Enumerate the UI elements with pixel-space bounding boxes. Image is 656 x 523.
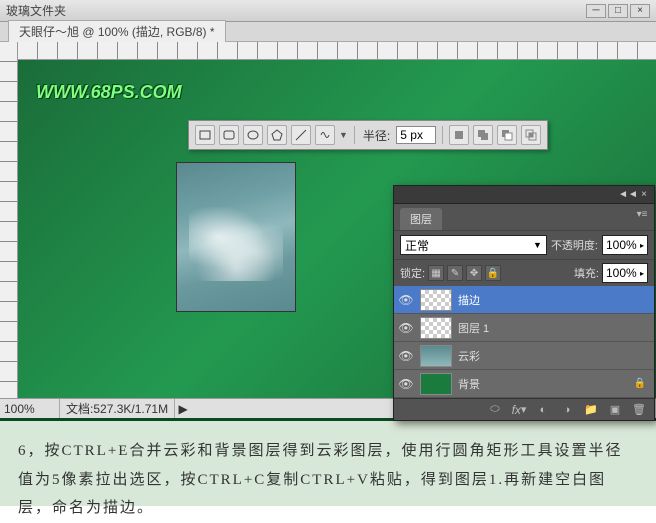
layer-thumbnail[interactable] — [420, 317, 452, 339]
separator — [354, 126, 355, 144]
layer-group-icon[interactable]: 📁 — [582, 402, 600, 418]
layer-item[interactable]: 👁 云彩 — [394, 342, 654, 370]
chevron-icon: ▸ — [640, 241, 644, 250]
chevron-down-icon[interactable]: ▼ — [339, 130, 348, 140]
link-layers-icon[interactable]: ⬭ — [486, 402, 504, 418]
ruler-horizontal — [18, 42, 656, 60]
layer-thumbnail[interactable] — [420, 289, 452, 311]
document-tab[interactable]: 天眼仔～旭 @ 100% (描边, RGB/8) * — [8, 20, 226, 43]
titlebar-icon-label: 玻璃文件夹 — [6, 2, 586, 19]
opacity-value: 100% — [606, 238, 637, 252]
doc-info-label: 文档: — [66, 400, 93, 417]
blend-mode-value: 正常 — [405, 237, 429, 254]
radius-input[interactable] — [396, 126, 436, 144]
layer-list: 👁 描边 👁 图层 1 👁 云彩 👁 背景 — [394, 286, 654, 398]
chevron-down-icon: ▼ — [533, 240, 542, 250]
visibility-icon[interactable]: 👁 — [398, 292, 414, 308]
workspace: WWW.68PS.COM ▼ 半径: ◄◄ × — [0, 42, 656, 398]
close-button[interactable]: × — [630, 4, 650, 18]
collapse-icon[interactable]: ◄◄ — [622, 189, 634, 201]
lock-icon: 🔒 — [634, 378, 646, 389]
adjustment-layer-icon[interactable]: ◑ — [558, 402, 576, 418]
layer-mask-icon[interactable]: ◐ — [534, 402, 552, 418]
canvas[interactable]: WWW.68PS.COM ▼ 半径: ◄◄ × — [18, 42, 656, 398]
layers-footer: ⬭ fx▾ ◐ ◑ 📁 ▣ 🗑 — [394, 398, 654, 420]
layer-name: 图层 1 — [458, 320, 489, 336]
minimize-button[interactable]: ─ — [586, 4, 606, 18]
lock-fill-row: 锁定: ▦ ✎ ✥ 🔒 填充: 100% ▸ — [394, 259, 654, 286]
mode-add-icon[interactable] — [473, 125, 493, 145]
layer-thumbnail[interactable] — [420, 345, 452, 367]
ruler-vertical — [0, 42, 18, 398]
lock-pixels-icon[interactable]: ✎ — [447, 265, 463, 281]
panel-menu-icon[interactable]: ▾≡ — [636, 208, 648, 220]
mode-normal-icon[interactable] — [449, 125, 469, 145]
mode-subtract-icon[interactable] — [497, 125, 517, 145]
titlebar: 玻璃文件夹 ─ □ × — [0, 0, 656, 22]
new-layer-icon[interactable]: ▣ — [606, 402, 624, 418]
layer-item[interactable]: 👁 图层 1 — [394, 314, 654, 342]
lock-label: 锁定: — [400, 265, 425, 281]
fill-input[interactable]: 100% ▸ — [602, 263, 648, 283]
chevron-icon: ▸ — [640, 269, 644, 278]
doc-info-value: 527.3K/1.71M — [93, 402, 168, 416]
visibility-icon[interactable]: 👁 — [398, 376, 414, 392]
delete-layer-icon[interactable]: 🗑 — [630, 402, 648, 418]
panel-header[interactable]: ◄◄ × — [394, 186, 654, 204]
window-controls: ─ □ × — [586, 4, 650, 18]
rounded-rectangle-shape-icon[interactable] — [219, 125, 239, 145]
lock-position-icon[interactable]: ✥ — [466, 265, 482, 281]
zoom-level[interactable]: 100% — [0, 399, 60, 418]
close-icon[interactable]: × — [638, 189, 650, 201]
fill-label: 填充: — [574, 265, 599, 281]
mode-intersect-icon[interactable] — [521, 125, 541, 145]
instruction-text: 6，按CTRL+E合并云彩和背景图层得到云彩图层，使用行圆角矩形工具设置半径值为… — [0, 418, 656, 506]
separator — [442, 126, 443, 144]
statusbar-menu-icon[interactable]: ▶ — [175, 402, 191, 416]
layer-item[interactable]: 👁 描边 — [394, 286, 654, 314]
cloud-layer-content[interactable] — [176, 162, 296, 312]
layers-panel: ◄◄ × 图层 ▾≡ 正常 ▼ 不透明度: 100% ▸ — [393, 185, 655, 421]
lock-transparent-icon[interactable]: ▦ — [428, 265, 444, 281]
opacity-input[interactable]: 100% ▸ — [602, 235, 648, 255]
visibility-icon[interactable]: 👁 — [398, 320, 414, 336]
blend-opacity-row: 正常 ▼ 不透明度: 100% ▸ — [394, 230, 654, 259]
custom-shape-icon[interactable] — [315, 125, 335, 145]
watermark: WWW.68PS.COM — [36, 82, 182, 103]
opacity-label: 不透明度: — [551, 237, 598, 253]
layer-item[interactable]: 👁 背景 🔒 — [394, 370, 654, 398]
rectangle-shape-icon[interactable] — [195, 125, 215, 145]
polygon-shape-icon[interactable] — [267, 125, 287, 145]
layer-name: 描边 — [458, 292, 480, 308]
layer-name: 云彩 — [458, 348, 480, 364]
shape-options-toolbar: ▼ 半径: — [188, 120, 548, 150]
blend-mode-select[interactable]: 正常 ▼ — [400, 235, 547, 255]
radius-label: 半径: — [361, 127, 392, 144]
document-tabbar: 天眼仔～旭 @ 100% (描边, RGB/8) * — [0, 22, 656, 42]
fill-value: 100% — [606, 266, 637, 280]
layer-name: 背景 — [458, 376, 480, 392]
ellipse-shape-icon[interactable] — [243, 125, 263, 145]
layer-style-icon[interactable]: fx▾ — [510, 402, 528, 418]
doc-info[interactable]: 文档: 527.3K/1.71M — [60, 399, 175, 418]
panel-tabs: 图层 ▾≡ — [394, 204, 654, 230]
tab-layers[interactable]: 图层 — [400, 208, 442, 230]
line-shape-icon[interactable] — [291, 125, 311, 145]
visibility-icon[interactable]: 👁 — [398, 348, 414, 364]
maximize-button[interactable]: □ — [608, 4, 628, 18]
layer-thumbnail[interactable] — [420, 373, 452, 395]
lock-all-icon[interactable]: 🔒 — [485, 265, 501, 281]
